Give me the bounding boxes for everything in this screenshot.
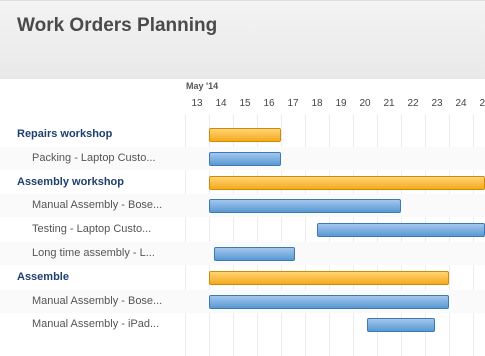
- gantt-task-row[interactable]: Long time assembly - L...: [0, 242, 485, 265]
- gantt-task-row[interactable]: Testing - Laptop Custo...: [0, 218, 485, 241]
- page-title: Work Orders Planning: [17, 15, 218, 36]
- day-header: 13: [191, 98, 203, 109]
- group-bar[interactable]: [209, 270, 449, 285]
- task-bar[interactable]: [213, 247, 296, 261]
- gantt-task-row[interactable]: Manual Assembly - Bose...: [0, 289, 485, 313]
- day-header: 20: [359, 98, 371, 109]
- day-header: 17: [287, 98, 299, 109]
- task-label[interactable]: Manual Assembly - iPad...: [32, 313, 159, 336]
- day-header: 22: [407, 98, 419, 109]
- header-bar: Work Orders Planning: [0, 0, 485, 79]
- gantt-task-row[interactable]: Packing - Laptop Custo...: [0, 146, 485, 170]
- day-header: 21: [383, 98, 395, 109]
- group-bar[interactable]: [209, 175, 485, 190]
- gantt-task-row[interactable]: Manual Assembly - iPad...: [0, 313, 485, 336]
- gantt-group-row[interactable]: Assemble: [0, 266, 485, 289]
- day-header: 24: [455, 98, 467, 109]
- month-label: May '14: [186, 81, 219, 91]
- group-label[interactable]: Repairs workshop: [17, 123, 112, 146]
- task-label[interactable]: Long time assembly - L...: [32, 242, 155, 265]
- day-header: 19: [335, 98, 347, 109]
- gantt-group-row[interactable]: Assembly workshop: [0, 171, 485, 194]
- task-bar[interactable]: [317, 223, 485, 238]
- task-label[interactable]: Manual Assembly - Bose...: [32, 290, 162, 313]
- day-header: 14: [215, 98, 227, 109]
- task-bar[interactable]: [209, 199, 401, 214]
- day-header: 15: [239, 98, 251, 109]
- gantt-group-row[interactable]: Repairs workshop: [0, 123, 485, 146]
- task-label[interactable]: Testing - Laptop Custo...: [32, 218, 151, 241]
- day-header: 16: [263, 98, 275, 109]
- day-header: 25: [479, 98, 485, 109]
- task-bar[interactable]: [209, 151, 281, 166]
- day-header: 18: [311, 98, 323, 109]
- task-label[interactable]: Manual Assembly - Bose...: [32, 194, 162, 217]
- task-bar[interactable]: [209, 294, 449, 309]
- task-label[interactable]: Packing - Laptop Custo...: [32, 147, 156, 170]
- group-bar[interactable]: [209, 128, 281, 142]
- task-bar[interactable]: [367, 318, 435, 333]
- group-label[interactable]: Assemble: [17, 266, 69, 289]
- group-label[interactable]: Assembly workshop: [17, 171, 124, 194]
- gantt-task-row[interactable]: Manual Assembly - Bose...: [0, 194, 485, 218]
- day-header: 23: [431, 98, 443, 109]
